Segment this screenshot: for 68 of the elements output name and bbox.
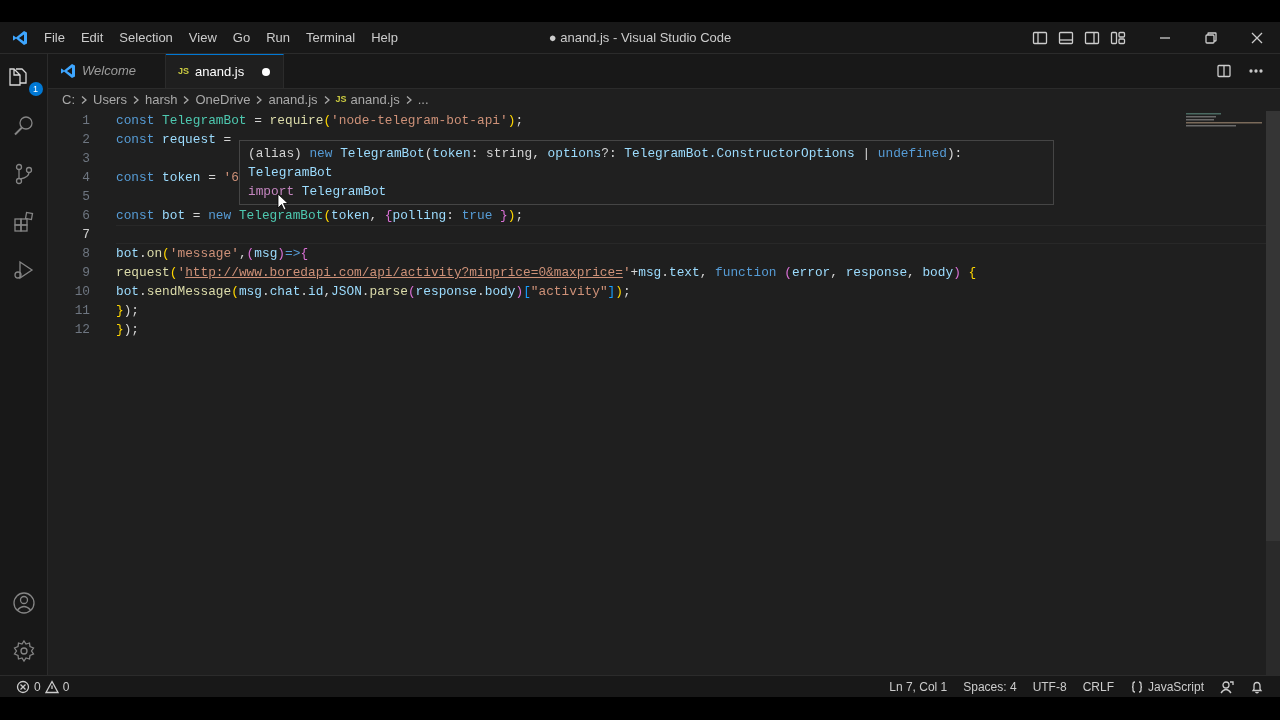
error-icon: [16, 679, 30, 694]
account-icon[interactable]: [11, 591, 36, 615]
panel-toggle-icon[interactable]: [1058, 29, 1074, 46]
menu-item[interactable]: Go: [224, 27, 259, 48]
code-line: });: [116, 303, 140, 318]
line-number: 5: [81, 188, 90, 206]
split-editor-icon[interactable]: [1216, 63, 1232, 79]
code-line: const request =: [116, 132, 233, 147]
breadcrumb-item[interactable]: OneDrive: [195, 90, 251, 110]
breadcrumb-item[interactable]: harsh: [144, 90, 178, 110]
code-line: request('http://www.boredapi.com/api/activity?minprice=0&maxprice='+msg.text, function (error, response, body) {: [116, 265, 977, 280]
line-number: 7: [81, 226, 90, 244]
line-number: 11: [73, 302, 90, 320]
app-logo: [60, 63, 76, 79]
code-line: bot.on('message',(msg)=>{: [116, 246, 309, 261]
line-number: 10: [73, 283, 90, 301]
line-number: 9: [81, 264, 90, 282]
breadcrumb-item[interactable]: anand.js: [350, 90, 400, 110]
secondary-sidebar-icon[interactable]: [1084, 29, 1100, 46]
status-item[interactable]: Ln 7, Col 1: [881, 677, 956, 696]
bell-icon[interactable]: [1250, 679, 1264, 694]
line-number: 6: [81, 207, 90, 225]
breadcrumb-item[interactable]: C:: [62, 90, 75, 110]
blocks-icon[interactable]: [11, 210, 36, 234]
line-number: 4: [81, 169, 90, 187]
line-number: 2: [81, 131, 90, 149]
editor-tab[interactable]: JS anand.js: [166, 54, 284, 88]
settings-icon[interactable]: [11, 639, 36, 663]
menu-item[interactable]: Selection: [111, 27, 181, 48]
breadcrumb-item[interactable]: ...: [417, 90, 429, 110]
warning-icon: [44, 679, 59, 694]
code-line: const token = '6: [116, 170, 239, 185]
status-item[interactable]: Spaces: 4: [955, 677, 1025, 696]
line-number: 3: [81, 150, 90, 168]
breadcrumb-item[interactable]: anand.js: [268, 90, 318, 110]
menu-item[interactable]: File: [36, 27, 73, 48]
menu-item[interactable]: Terminal: [298, 27, 364, 48]
js-file-icon: JS: [335, 93, 347, 107]
language-mode[interactable]: JavaScript: [1121, 677, 1212, 696]
tooltip-text: (alias) new TelegramBot(token: string, options?: TelegramBot.ConstructorOptions | undefined):: [248, 146, 963, 161]
line-number: 1: [81, 112, 90, 130]
status-item[interactable]: UTF-8: [1024, 677, 1075, 696]
window-title: ● anand.js - Visual Studio Code: [548, 29, 732, 45]
restore-icon[interactable]: [1203, 29, 1219, 46]
line-number: 12: [73, 321, 90, 339]
breadcrumb-item[interactable]: Users: [93, 90, 127, 110]
tooltip-text: TelegramBot: [248, 165, 333, 180]
sidebar-toggle-icon[interactable]: [1032, 29, 1048, 46]
tooltip-text: import TelegramBot: [248, 184, 387, 199]
code-line: bot.sendMessage(msg.chat.id,JSON.parse(response.body)["activity"]);: [116, 284, 631, 299]
braces-icon: [1129, 679, 1144, 694]
code-line: const bot = new TelegramBot(token, {polling: true });: [116, 208, 524, 223]
chevron-icon: [79, 95, 89, 105]
line-number: 8: [81, 245, 90, 263]
scrollbar[interactable]: [1266, 111, 1280, 675]
code-line: const TelegramBot = require('node-telegram-bot-api');: [116, 113, 524, 128]
menu-item[interactable]: View: [180, 27, 225, 48]
count-badge: 1: [28, 82, 43, 96]
feedback-icon[interactable]: [1220, 679, 1234, 694]
status-item[interactable]: CRLF: [1074, 677, 1122, 696]
js-file-icon: JS: [178, 64, 189, 79]
menu-item[interactable]: Edit: [72, 27, 112, 48]
app-logo: [12, 29, 28, 46]
menu-item[interactable]: Run: [258, 27, 298, 48]
menu-item[interactable]: Help: [363, 27, 406, 48]
code-line: });: [116, 322, 140, 337]
problems-indicator[interactable]: 0 0: [8, 677, 78, 696]
layout-icon[interactable]: [1110, 29, 1126, 46]
